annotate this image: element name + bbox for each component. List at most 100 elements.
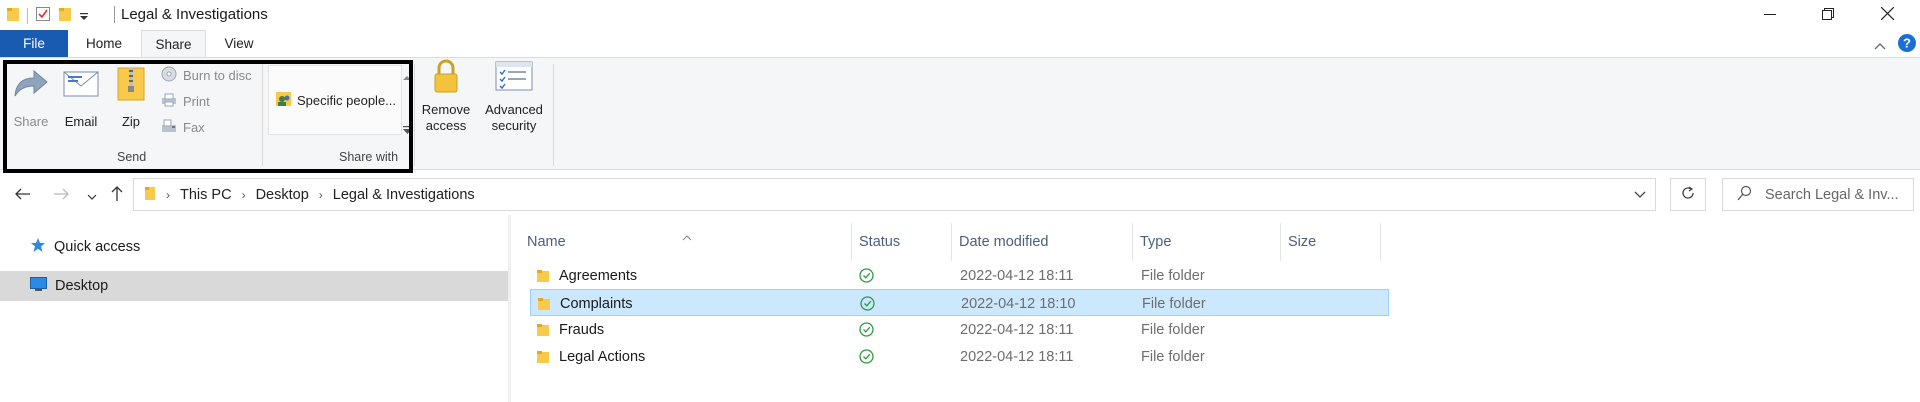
email-button[interactable]: Email — [61, 66, 101, 130]
column-header-label: Name — [527, 234, 566, 250]
nav-item-label: Quick access — [54, 239, 141, 255]
close-icon — [1880, 6, 1894, 23]
print-button[interactable]: Print — [161, 92, 210, 111]
remove-access-button[interactable]: Remove access — [420, 58, 472, 134]
folder-icon — [536, 262, 550, 289]
search-box[interactable]: Search Legal & Inv... — [1722, 178, 1914, 211]
tab-view[interactable]: View — [206, 30, 272, 57]
crumb-current-folder[interactable]: Legal & Investigations — [333, 187, 475, 203]
minimize-icon — [1764, 7, 1776, 23]
nav-item-desktop[interactable]: Desktop — [0, 271, 508, 301]
share-button[interactable]: Share — [12, 66, 50, 130]
column-header-name[interactable]: Name — [520, 223, 852, 261]
recent-locations-button[interactable] — [81, 185, 103, 207]
folder-icon — [6, 6, 20, 25]
up-button[interactable] — [106, 185, 128, 207]
gallery-scroll[interactable] — [402, 65, 413, 135]
tab-file[interactable]: File — [0, 30, 68, 57]
column-header-date-modified[interactable]: Date modified — [952, 223, 1133, 261]
quick-access-toolbar — [6, 6, 89, 25]
file-name: Legal Actions — [559, 348, 646, 365]
svg-text:?: ? — [1903, 36, 1911, 51]
navigation-pane: Quick access Desktop — [0, 215, 508, 402]
crumb-this-pc[interactable]: This PC — [180, 187, 232, 203]
tab-home[interactable]: Home — [70, 30, 138, 57]
column-header-size[interactable]: Size — [1281, 223, 1381, 261]
properties-icon[interactable] — [35, 6, 51, 25]
status-ok-icon — [859, 262, 874, 289]
file-date: 2022-04-12 18:10 — [961, 295, 1076, 312]
refresh-button[interactable] — [1670, 178, 1706, 211]
file-date: 2022-04-12 18:11 — [960, 321, 1074, 338]
zip-button[interactable]: Zip — [114, 66, 148, 130]
up-arrow-icon — [111, 185, 123, 207]
address-bar[interactable]: › This PC › Desktop › Legal & Investigat… — [133, 178, 1656, 211]
table-row[interactable]: Legal Actions 2022-04-12 18:11 File fold… — [530, 343, 1389, 370]
minimize-button[interactable] — [1741, 0, 1799, 30]
new-folder-icon[interactable] — [58, 6, 72, 25]
crumb-desktop[interactable]: Desktop — [256, 187, 309, 203]
close-button[interactable] — [1858, 0, 1916, 30]
advanced-security-line2: security — [491, 118, 537, 133]
folder-icon — [144, 185, 156, 205]
status-ok-icon — [859, 316, 874, 343]
column-header-status[interactable]: Status — [852, 223, 952, 261]
address-dropdown-icon[interactable] — [1633, 187, 1649, 203]
file-type: File folder — [1141, 321, 1205, 338]
navigation-bar: › This PC › Desktop › Legal & Investigat… — [0, 175, 1920, 215]
file-type: File folder — [1142, 295, 1206, 312]
disc-icon — [161, 66, 177, 85]
forward-button[interactable] — [50, 185, 72, 207]
back-arrow-icon — [15, 187, 31, 205]
column-header-type[interactable]: Type — [1133, 223, 1281, 261]
fax-button[interactable]: Fax — [161, 118, 205, 137]
chevron-down-icon — [87, 187, 97, 205]
specific-people-label: Specific people... — [297, 93, 397, 108]
help-icon[interactable]: ? — [1897, 33, 1917, 56]
advanced-security-button[interactable]: Advanced security — [481, 58, 547, 134]
email-icon — [62, 66, 100, 104]
burn-to-disc-button[interactable]: Burn to disc — [161, 66, 252, 85]
fax-label: Fax — [183, 120, 205, 135]
search-icon — [1737, 185, 1753, 204]
chevron-right-icon[interactable]: › — [242, 188, 246, 202]
fax-icon — [161, 118, 177, 137]
share-arrow-icon — [12, 66, 50, 104]
restore-icon — [1822, 7, 1834, 23]
table-row[interactable]: Frauds 2022-04-12 18:11 File folder — [530, 316, 1389, 343]
chevron-right-icon[interactable]: › — [166, 188, 170, 202]
security-checklist-icon — [494, 58, 534, 96]
breadcrumb: › This PC › Desktop › Legal & Investigat… — [144, 185, 475, 205]
restore-button[interactable] — [1799, 0, 1857, 30]
ribbon-tabs: File Home Share View ? — [0, 30, 1920, 58]
file-name: Frauds — [559, 321, 605, 338]
collapse-ribbon-icon[interactable] — [1874, 37, 1886, 53]
send-group-label: Send — [117, 150, 147, 164]
folder-icon — [536, 316, 550, 343]
search-input[interactable]: Search Legal & Inv... — [1765, 187, 1899, 203]
column-header-label: Size — [1288, 234, 1317, 250]
table-row[interactable]: Complaints 2022-04-12 18:10 File folder — [530, 289, 1389, 316]
gallery-more-icon[interactable] — [403, 122, 412, 138]
zip-label: Zip — [121, 114, 141, 129]
navigation-pane-scrollbar[interactable] — [508, 215, 511, 402]
customize-toolbar-icon[interactable] — [79, 8, 89, 24]
burn-to-disc-label: Burn to disc — [183, 68, 252, 83]
column-header-label: Date modified — [959, 234, 1049, 250]
lock-icon — [431, 58, 461, 100]
file-date: 2022-04-12 18:11 — [960, 348, 1074, 365]
desktop-icon — [30, 277, 47, 295]
chevron-right-icon[interactable]: › — [319, 188, 323, 202]
specific-people-option[interactable]: Specific people... — [275, 90, 396, 111]
print-label: Print — [183, 94, 210, 109]
forward-arrow-icon — [53, 187, 69, 205]
refresh-icon — [1680, 185, 1696, 204]
share-label: Share — [13, 114, 49, 129]
table-row[interactable]: Agreements 2022-04-12 18:11 File folder — [530, 262, 1389, 289]
back-button[interactable] — [12, 185, 34, 207]
gallery-up-icon[interactable] — [403, 68, 411, 84]
nav-item-label: Desktop — [55, 278, 109, 294]
nav-item-quick-access[interactable]: Quick access — [0, 232, 508, 262]
share-with-gallery[interactable]: Specific people... — [268, 65, 402, 135]
tab-share[interactable]: Share — [141, 30, 206, 58]
